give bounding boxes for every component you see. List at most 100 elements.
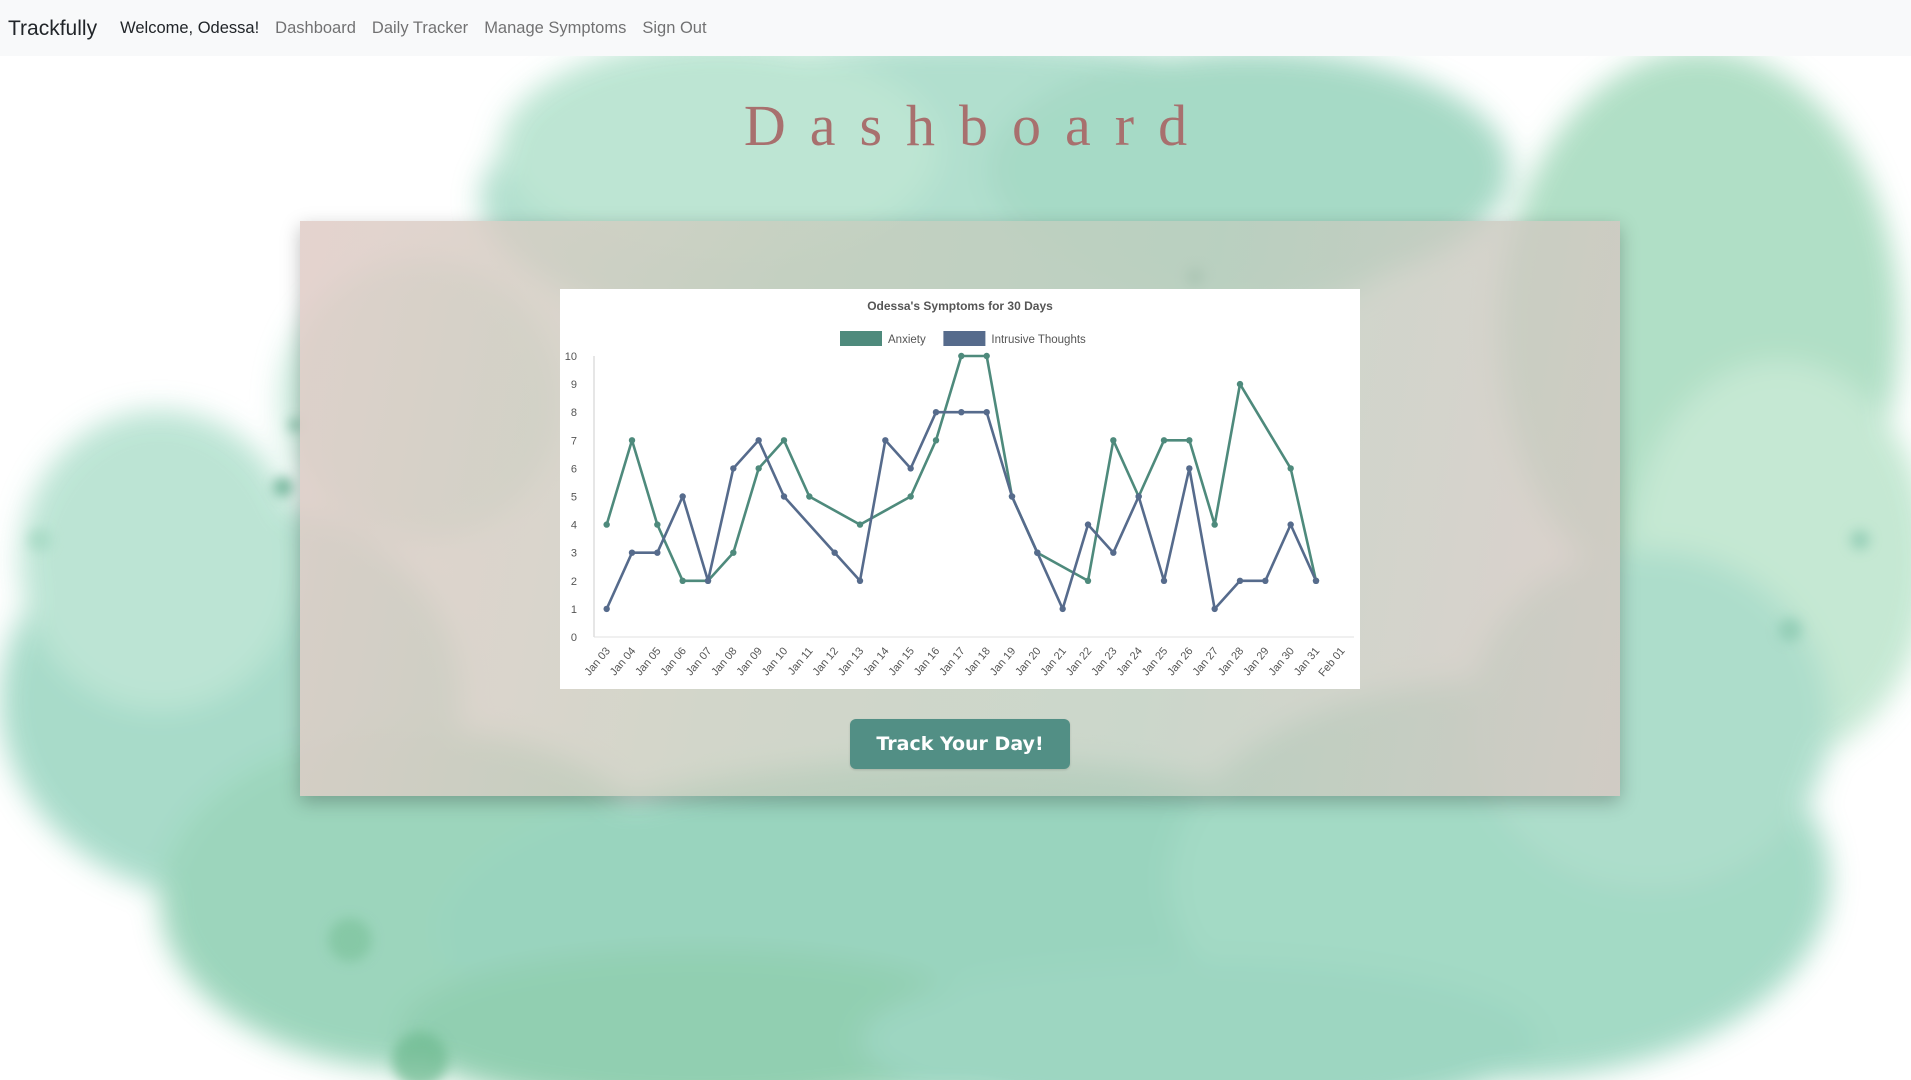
x-tick-label: Jan 04	[608, 645, 638, 678]
nav-dashboard[interactable]: Dashboard	[275, 19, 356, 38]
x-tick-label: Jan 09	[735, 645, 765, 678]
x-tick-label: Jan 16	[912, 645, 942, 678]
x-tick-label: Jan 25	[1140, 645, 1170, 678]
x-tick-label: Jan 23	[1089, 645, 1119, 678]
y-tick-label: 10	[565, 351, 577, 363]
series-line-0	[605, 354, 1318, 583]
y-tick-label: 7	[571, 435, 577, 447]
x-tick-label: Jan 19	[988, 645, 1018, 678]
data-point-1	[1084, 521, 1092, 528]
y-tick-label: 8	[571, 407, 577, 419]
data-point-0	[755, 465, 762, 472]
data-point-1	[755, 437, 762, 444]
data-point-1	[1110, 549, 1117, 556]
data-point-1	[1008, 493, 1016, 500]
track-your-day-button[interactable]: Track Your Day!	[850, 719, 1070, 769]
data-point-1	[730, 465, 737, 472]
data-point-1	[1186, 465, 1193, 472]
data-point-1	[1135, 493, 1142, 500]
x-tick-label: Jan 03	[583, 645, 613, 678]
x-tick-label: Jan 06	[659, 645, 689, 678]
x-tick-label: Jan 13	[836, 645, 866, 678]
data-point-1	[1236, 577, 1244, 584]
y-tick-label: 3	[571, 548, 577, 560]
x-tick-label: Jan 18	[963, 645, 993, 678]
x-tick-label: Jan 21	[1039, 645, 1069, 678]
data-point-0	[958, 352, 965, 360]
data-point-1	[1059, 605, 1066, 613]
data-point-1	[1287, 521, 1294, 528]
chart-svg: Odessa's Symptoms for 30 Days Anxiety Intr…	[565, 299, 1354, 679]
data-point-0	[1160, 437, 1168, 444]
data-point-0	[654, 521, 661, 528]
data-point-0	[856, 521, 864, 528]
data-point-1	[882, 437, 889, 444]
y-tick-label: 9	[571, 379, 577, 391]
page-title: Dashboard	[743, 93, 1212, 158]
data-point-1	[1034, 549, 1041, 556]
data-point-0	[1084, 577, 1092, 584]
data-point-0	[907, 493, 914, 500]
x-tick-label: Jan 05	[633, 645, 663, 678]
x-tick-label: Jan 17	[937, 645, 967, 678]
x-tick-label: Jan 10	[760, 645, 790, 678]
data-point-1	[780, 493, 788, 500]
data-point-1	[1312, 577, 1320, 584]
data-point-0	[1211, 521, 1218, 528]
x-tick-label: Feb 01	[1316, 645, 1347, 679]
data-point-0	[780, 437, 788, 444]
chart-title: Odessa's Symptoms for 30 Days	[867, 299, 1053, 313]
data-point-1	[704, 577, 712, 584]
data-point-0	[730, 549, 737, 556]
data-point-0	[1287, 465, 1294, 472]
legend-swatch-0	[840, 331, 882, 346]
x-tick-label: Jan 08	[709, 645, 739, 678]
data-point-0	[1236, 380, 1244, 388]
brand-logo[interactable]: Trackfully	[8, 15, 97, 41]
y-tick-label: 6	[571, 463, 577, 475]
x-tick-label: Jan 29	[1241, 645, 1271, 678]
legend-label-1: Intrusive Thoughts	[991, 334, 1086, 346]
y-tick-label: 0	[571, 632, 577, 644]
data-point-1	[1262, 577, 1269, 584]
x-tick-label: Jan 22	[1064, 645, 1094, 678]
x-tick-label: Jan 12	[811, 645, 841, 678]
data-point-1	[628, 549, 636, 556]
nav-daily-tracker[interactable]: Daily Tracker	[372, 19, 468, 38]
y-tick-label: 4	[571, 520, 577, 532]
x-tick-label: Jan 24	[1115, 645, 1145, 678]
x-tick-label: Jan 30	[1267, 645, 1297, 678]
data-point-0	[1110, 437, 1117, 444]
legend-swatch-1	[943, 331, 986, 346]
x-tick-label: Jan 28	[1216, 645, 1246, 678]
data-point-0	[983, 352, 990, 360]
symptom-chart: Odessa's Symptoms for 30 Days Anxiety Intr…	[560, 289, 1360, 689]
data-point-1	[679, 493, 686, 500]
data-point-0	[679, 577, 686, 584]
top-navbar: Trackfully Welcome, Odessa! Dashboard Da…	[0, 0, 1911, 56]
data-point-0	[603, 521, 610, 528]
legend-label-0: Anxiety	[888, 334, 926, 346]
data-point-0	[1186, 437, 1193, 444]
y-tick-label: 2	[571, 576, 577, 588]
data-point-0	[806, 493, 813, 500]
data-point-1	[1211, 605, 1218, 613]
data-point-1	[1160, 577, 1168, 584]
data-point-1	[932, 409, 940, 416]
data-point-1	[603, 605, 610, 613]
x-tick-label: Jan 20	[1013, 645, 1043, 678]
x-tick-label: Jan 15	[887, 645, 917, 678]
nav-welcome[interactable]: Welcome, Odessa!	[120, 19, 259, 38]
x-tick-label: Jan 26	[1165, 645, 1195, 678]
data-point-1	[958, 409, 965, 416]
x-tick-label: Jan 27	[1191, 645, 1221, 678]
data-point-0	[628, 437, 636, 444]
data-point-1	[907, 465, 914, 472]
x-tick-label: Jan 14	[861, 645, 891, 678]
data-point-1	[983, 409, 990, 416]
y-tick-label: 1	[571, 604, 577, 616]
nav-sign-out[interactable]: Sign Out	[642, 19, 706, 38]
x-tick-label: Jan 11	[786, 645, 816, 677]
nav-manage-symptoms[interactable]: Manage Symptoms	[484, 19, 626, 38]
data-point-1	[856, 577, 864, 584]
